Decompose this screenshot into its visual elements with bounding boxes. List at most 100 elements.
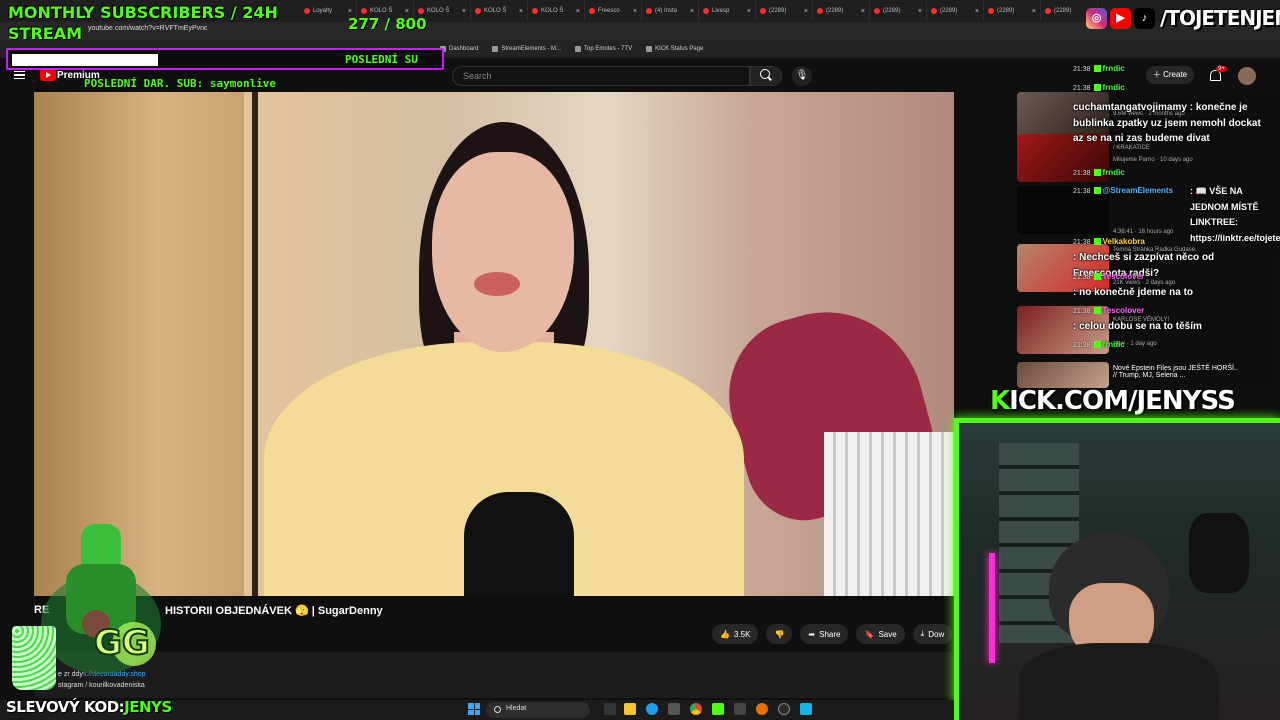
bookmark-item[interactable]: StreamElements - M... <box>492 46 561 52</box>
like-button[interactable]: 👍 3.5K <box>712 624 759 644</box>
discount-code: SLEVOVÝ KOD:JENYS <box>6 698 172 716</box>
close-tab-icon[interactable]: × <box>405 8 409 15</box>
create-button[interactable]: ＋ Create <box>1146 66 1194 84</box>
close-tab-icon[interactable]: × <box>690 8 694 15</box>
chat-line: 21:38 Velkakobra <box>1073 237 1145 246</box>
close-tab-icon[interactable]: × <box>519 8 523 15</box>
description-line: stagram / kourilkovadeniska <box>58 682 145 689</box>
app-icon[interactable] <box>800 703 812 715</box>
menu-icon[interactable] <box>14 71 25 79</box>
close-tab-icon[interactable]: × <box>462 8 466 15</box>
kick-url: KICK.COM/JENYSS <box>990 386 1236 416</box>
browser-tab[interactable]: (2289) × <box>813 1 870 21</box>
subscribers-count: 277 / 800 <box>348 15 427 33</box>
social-handles: ◎ ▶ ♪ /TOJETENJENYS <box>1086 6 1280 30</box>
tab-favicon-icon <box>874 8 880 14</box>
video-title-small: Nové Epstein Files jsou JEŠTĚ HORŠÍ.. //… <box>1113 365 1238 379</box>
taskbar-search[interactable]: Hledat <box>486 702 590 718</box>
share-label: Share <box>819 629 841 639</box>
youtube-logo-icon[interactable] <box>40 69 56 81</box>
video-title: HISTORII OBJEDNÁVEK 🫣 | SugarDenny <box>165 605 383 617</box>
browser-tab[interactable]: (2289) × <box>756 1 813 21</box>
close-tab-icon[interactable]: × <box>1032 8 1036 15</box>
chat-line: 21:38 frndic <box>1073 83 1125 92</box>
tab-favicon-icon <box>589 8 595 14</box>
bookmark-item[interactable]: Top Emotes - 7TV <box>575 46 632 52</box>
description-link[interactable]: / kourilkovadeniska <box>85 682 145 689</box>
dislike-button[interactable]: 👎 <box>766 624 793 644</box>
share-button[interactable]: ➦ Share <box>800 624 849 644</box>
close-tab-icon[interactable]: × <box>576 8 580 15</box>
chrome-canary-icon[interactable] <box>756 703 768 715</box>
radiator <box>824 432 954 596</box>
file-explorer-icon[interactable] <box>624 703 636 715</box>
browser-tab[interactable]: Livesp × <box>699 1 756 21</box>
browser-tab[interactable]: KOLO Š × <box>471 1 528 21</box>
close-tab-icon[interactable]: × <box>633 8 637 15</box>
tab-favicon-icon <box>418 8 424 14</box>
bookmark-item[interactable]: KICK Status Page <box>646 46 703 52</box>
save-button[interactable]: 🔖 Save <box>856 624 905 644</box>
chat-line: 21:38 Tescolover <box>1073 306 1145 315</box>
store-icon[interactable] <box>668 703 680 715</box>
task-view-icon[interactable] <box>604 703 616 715</box>
browser-tab[interactable]: (4) Insta × <box>642 1 699 21</box>
tab-label: KOLO Š <box>370 8 393 14</box>
tab-label: KOLO Š <box>427 8 450 14</box>
tab-favicon-icon <box>817 8 823 14</box>
create-label: Create <box>1163 70 1188 79</box>
kick-rest: ICK.COM/JENYSS <box>1009 386 1236 416</box>
browser-tab[interactable]: (2289) × <box>984 1 1041 21</box>
edge-icon[interactable] <box>646 703 658 715</box>
tab-favicon-icon <box>931 8 937 14</box>
video-description[interactable] <box>34 652 954 698</box>
ticker-bar <box>12 54 158 66</box>
download-button[interactable]: ⤓ Dow <box>912 624 953 644</box>
browser-tab[interactable]: (2289) × <box>927 1 984 21</box>
like-count: 3.5K <box>733 629 751 639</box>
kick-app-icon[interactable] <box>712 703 724 715</box>
subs-title-line: MONTHLY SUBSCRIBERS / 24H <box>8 3 278 22</box>
close-tab-icon[interactable]: × <box>348 8 352 15</box>
youtube-icon: ▶ <box>1110 7 1131 29</box>
windows-start-icon[interactable] <box>468 703 480 715</box>
chat-line: 21:38 frndic <box>1073 168 1125 177</box>
search-input[interactable]: Search <box>452 66 750 86</box>
video-actions: 👍 3.5K 👎 ➦ Share 🔖 Save ⤓ Dow <box>712 624 953 644</box>
tiktok-icon: ♪ <box>1134 7 1155 29</box>
cam-person-body <box>1019 643 1219 720</box>
app-icon[interactable] <box>734 703 746 715</box>
chat-line: 21:38 frndic <box>1073 64 1125 73</box>
bookmark-item[interactable]: Dashboard <box>440 46 478 52</box>
tab-label: KOLO Š <box>484 8 507 14</box>
chrome-icon[interactable] <box>690 703 702 715</box>
close-tab-icon[interactable]: × <box>975 8 979 15</box>
tab-favicon-icon <box>1045 8 1051 14</box>
tab-favicon-icon <box>988 8 994 14</box>
close-tab-icon[interactable]: × <box>747 8 751 15</box>
thumb-down-icon: 👎 <box>774 629 785 639</box>
chat-line: 21:38 frndic <box>1073 340 1125 349</box>
close-tab-icon[interactable]: × <box>918 8 922 15</box>
browser-tab[interactable]: (2289) × <box>870 1 927 21</box>
close-tab-icon[interactable]: × <box>804 8 808 15</box>
video-player[interactable] <box>34 92 954 596</box>
browser-tab[interactable]: KOLO Š × <box>528 1 585 21</box>
tab-label: (2289) <box>769 8 787 14</box>
instagram-icon: ◎ <box>1086 7 1107 29</box>
save-label: Save <box>878 629 897 639</box>
video-thumbnail[interactable] <box>1017 362 1109 388</box>
obs-icon[interactable] <box>778 703 790 715</box>
tab-favicon-icon <box>361 8 367 14</box>
cam-led-light <box>989 553 995 663</box>
stream-screen: Loyalty × KOLO Š × KOLO Š × KOLO Š × KOLO Š × Free… <box>0 0 1280 720</box>
microphone-icon[interactable]: 🎙 <box>792 66 812 86</box>
avatar[interactable] <box>1238 67 1256 85</box>
promo-code: JENYS <box>124 698 172 716</box>
search-icon[interactable] <box>760 69 770 79</box>
close-tab-icon[interactable]: × <box>861 8 865 15</box>
tab-favicon-icon <box>304 8 310 14</box>
chat-message: : 📖 VŠE NA JEDNOM MÍSTĚ LINKTREE: https:… <box>1190 186 1280 243</box>
chat-message: : celou dobu se na to těším <box>1073 321 1202 332</box>
browser-tab[interactable]: Freesco × <box>585 1 642 21</box>
